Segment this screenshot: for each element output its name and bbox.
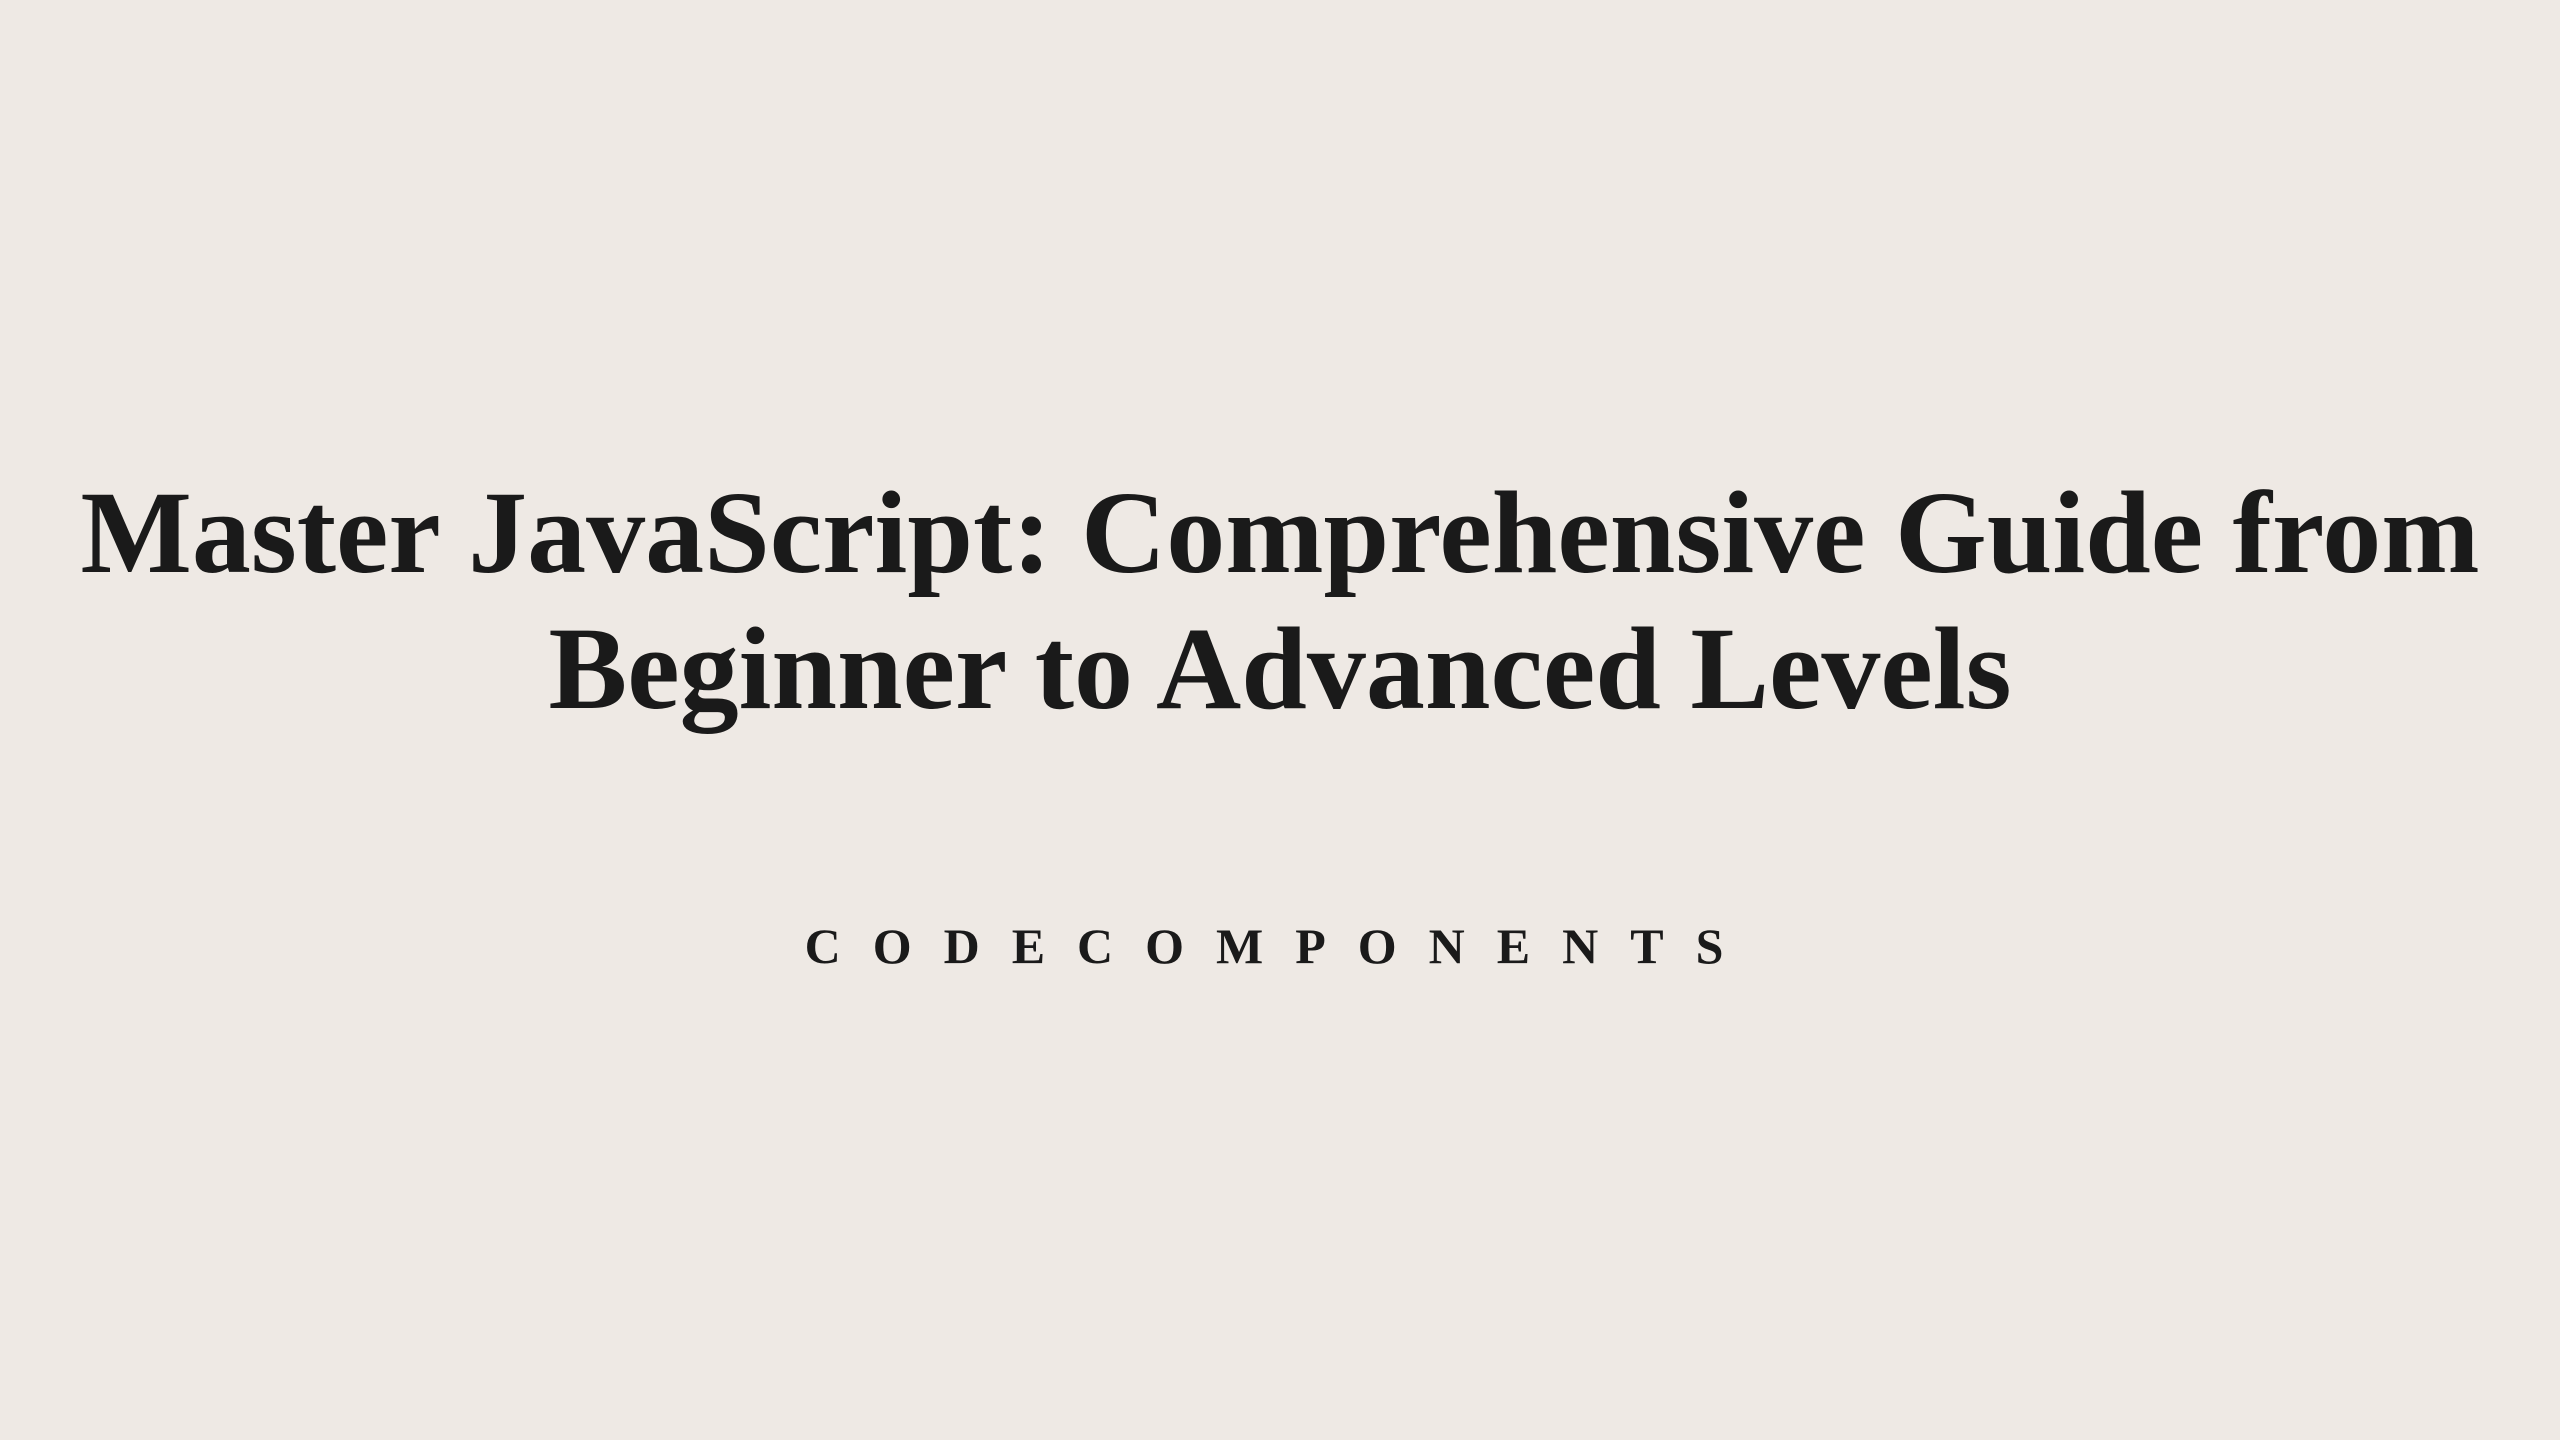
page-subtitle: CODECOMPONENTS	[805, 917, 1756, 975]
page-title: Master JavaScript: Comprehensive Guide f…	[80, 465, 2480, 736]
